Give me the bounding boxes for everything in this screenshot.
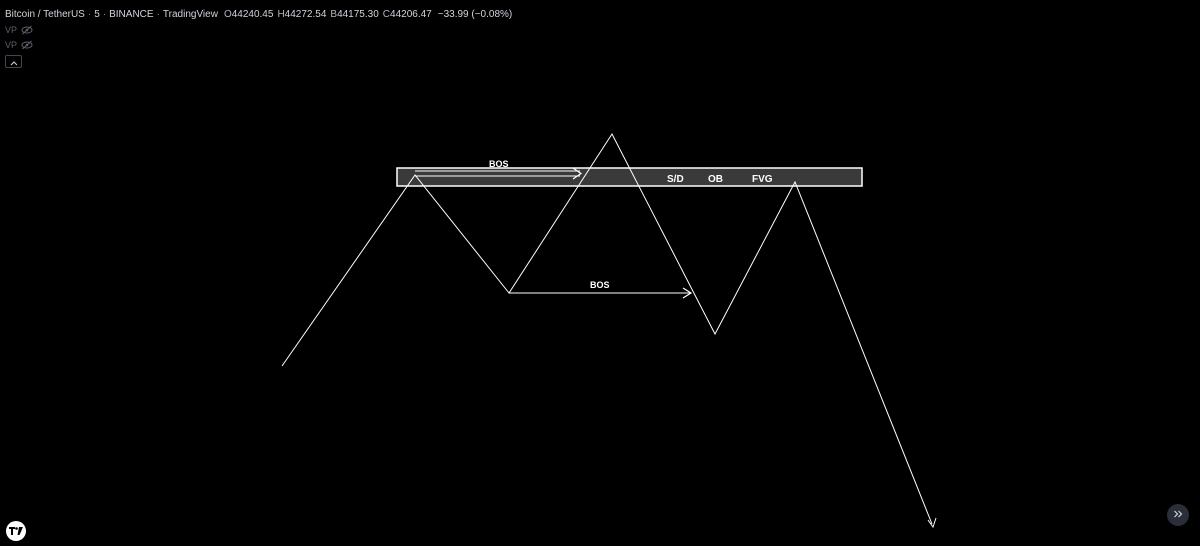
zone-label-sd: S/D: [667, 174, 684, 185]
chart-canvas[interactable]: BOS BOS S/D OB FVG: [0, 0, 1200, 546]
tradingview-logo-icon[interactable]: [6, 521, 26, 541]
bos-label-2: BOS: [590, 280, 610, 290]
zone-label-fvg: FVG: [752, 174, 773, 185]
chart-screen: Bitcoin / TetherUS · 5 · BINANCE · Tradi…: [0, 0, 1200, 546]
price-path-arrowhead: [927, 517, 937, 529]
price-path-line[interactable]: [281, 133, 933, 525]
double-chevron-right-icon: [1173, 506, 1183, 524]
bos-label-1: BOS: [489, 159, 509, 169]
scroll-to-realtime-button[interactable]: [1167, 504, 1189, 526]
zone-label-ob: OB: [708, 174, 723, 185]
